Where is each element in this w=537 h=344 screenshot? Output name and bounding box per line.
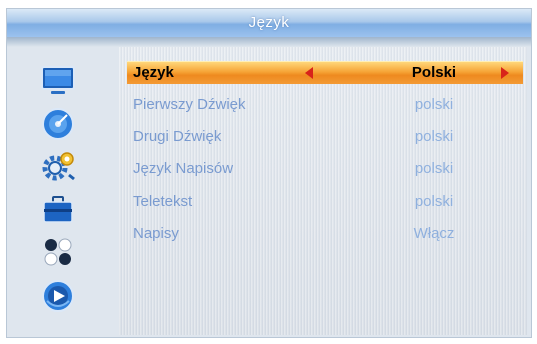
osd-screen: Język Język Polski Pierwszy Dźwięk polsk…	[6, 8, 532, 338]
menu-row-value: polski	[414, 160, 454, 177]
menu-row-second-audio[interactable]: Drugi Dźwięk polski	[127, 126, 523, 148]
menu-row-value: polski	[414, 96, 454, 113]
page-title: Język	[248, 14, 290, 31]
menu-row-label: Drugi Dźwięk	[133, 128, 222, 145]
settings-gear-icon[interactable]	[39, 149, 77, 183]
media-player-icon[interactable]	[39, 279, 77, 313]
menu-row-label: Pierwszy Dźwięk	[133, 96, 246, 113]
apps-grid-icon[interactable]	[39, 235, 77, 269]
title-bar: Język	[7, 9, 531, 38]
menu-row-value: Włącz	[413, 225, 455, 242]
menu-row-teletext[interactable]: Teletekst polski	[127, 191, 523, 213]
arrow-right-icon[interactable]	[501, 67, 509, 79]
menu-row-value: Polski	[411, 64, 457, 81]
tv-icon[interactable]	[39, 63, 77, 97]
sidebar	[17, 55, 107, 333]
title-bar-shadow	[7, 37, 531, 47]
menu-row-first-audio[interactable]: Pierwszy Dźwięk polski	[127, 94, 523, 116]
menu-row-value: polski	[414, 128, 454, 145]
menu-row-label: Teletekst	[133, 193, 193, 210]
menu-row-value: polski	[414, 193, 454, 210]
settings-panel: Język Polski Pierwszy Dźwięk polski Drug…	[119, 47, 527, 335]
menu-row-subtitles[interactable]: Napisy Włącz	[127, 223, 523, 245]
menu-row-label: Język Napisów	[133, 160, 234, 177]
menu-row-language[interactable]: Język Polski	[127, 61, 523, 84]
menu-row-label: Napisy	[133, 225, 179, 242]
menu-row-label: Język	[133, 64, 174, 81]
arrow-left-icon[interactable]	[305, 67, 313, 79]
disc-icon[interactable]	[39, 107, 77, 141]
toolbox-icon[interactable]	[39, 193, 77, 227]
menu-row-subtitle-language[interactable]: Język Napisów polski	[127, 158, 523, 180]
